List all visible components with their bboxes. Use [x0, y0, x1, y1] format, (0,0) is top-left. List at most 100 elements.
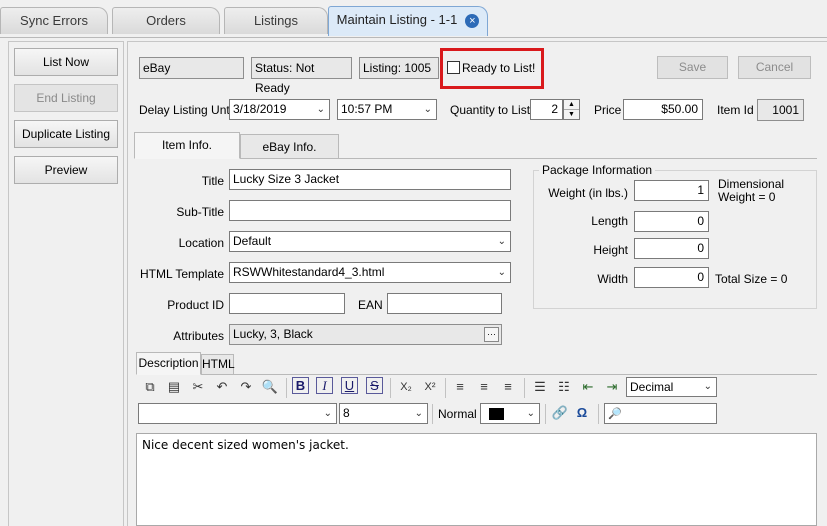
attributes-browse-button[interactable]: ··· [484, 327, 499, 342]
chevron-down-icon: ⌄ [497, 267, 506, 278]
width-input[interactable]: 0 [634, 267, 709, 288]
font-color-select[interactable]: ⌄ [480, 403, 540, 424]
tab-ebay-info[interactable]: eBay Info. [240, 134, 339, 159]
find-icon[interactable]: 🔍 [260, 377, 280, 397]
chevron-down-icon: ⌄ [526, 408, 535, 419]
subtitle-input[interactable] [229, 200, 511, 221]
product-id-input[interactable] [229, 293, 345, 314]
align-left-icon[interactable]: ≡ [450, 377, 470, 397]
ready-to-list-checkbox[interactable] [447, 61, 460, 74]
font-family-select[interactable]: ⌄ [138, 403, 337, 424]
toolbar-separator [598, 404, 599, 424]
underline-icon[interactable]: U [341, 377, 358, 394]
quantity-stepper[interactable]: ▲ ▼ [563, 99, 580, 120]
paste-icon[interactable]: ▤ [164, 377, 184, 397]
delay-listing-label: Delay Listing Until [139, 103, 236, 117]
tab-item-info[interactable]: Item Info. [134, 132, 240, 159]
font-size-value: 8 [343, 406, 350, 420]
length-input[interactable]: 0 [634, 211, 709, 232]
list-style-select[interactable]: Decimal ⌄ [626, 377, 717, 397]
time-value: 10:57 PM [341, 102, 393, 116]
align-center-icon[interactable]: ≡ [474, 377, 494, 397]
description-text: Nice decent sized women's jacket. [142, 438, 349, 452]
special-character-icon[interactable]: Ω [572, 403, 592, 423]
list-style-value: Decimal [630, 380, 674, 394]
paragraph-style-label[interactable]: Normal [438, 406, 477, 422]
delay-time-picker[interactable]: 10:57 PM ⌄ [337, 99, 437, 120]
outdent-icon[interactable]: ⇤ [578, 377, 598, 397]
attributes-value: Lucky, 3, Black [233, 327, 313, 341]
toolbar-separator [286, 378, 287, 398]
height-label: Height [593, 243, 628, 257]
tab-listings[interactable]: Listings [224, 7, 328, 34]
ean-label: EAN [358, 298, 383, 312]
price-label: Price [594, 103, 622, 117]
link-icon[interactable]: 🔗 [550, 403, 570, 423]
action-panel: List Now End Listing Duplicate Listing P… [8, 41, 124, 526]
location-value: Default [233, 234, 272, 248]
italic-icon[interactable]: I [316, 377, 333, 394]
tab-sync-errors[interactable]: Sync Errors [0, 7, 108, 34]
item-id-label: Item Id [717, 103, 754, 117]
description-editor[interactable]: Nice decent sized women's jacket. [136, 433, 817, 526]
align-right-icon[interactable]: ≡ [498, 377, 518, 397]
tab-label: Listings [253, 13, 299, 28]
cancel-button[interactable]: Cancel [738, 56, 811, 79]
delay-date-picker[interactable]: 3/18/2019 ⌄ [229, 99, 330, 120]
font-color-swatch [489, 408, 504, 420]
quantity-input[interactable]: 2 [530, 99, 563, 120]
title-input[interactable]: Lucky Size 3 Jacket [229, 169, 511, 190]
ean-input[interactable] [387, 293, 502, 314]
total-size-text: Total Size = 0 [715, 272, 788, 286]
toolbar-separator [445, 378, 446, 398]
price-input[interactable]: $50.00 [623, 99, 703, 120]
preview-button[interactable]: Preview [14, 156, 118, 184]
close-icon[interactable]: × [465, 13, 480, 28]
date-value: 3/18/2019 [233, 102, 287, 116]
editor-search-input[interactable]: 🔎 [604, 403, 717, 424]
end-listing-button[interactable]: End Listing [14, 84, 118, 112]
height-input[interactable]: 0 [634, 238, 709, 259]
copy-icon[interactable]: ⧉ [140, 377, 160, 397]
tab-orders[interactable]: Orders [112, 7, 220, 34]
width-label: Width [597, 272, 628, 286]
strikethrough-icon[interactable]: S [366, 377, 383, 394]
stepper-down-icon[interactable]: ▼ [564, 110, 579, 119]
tab-label: Maintain Listing - 1-1 [336, 12, 458, 27]
list-now-button[interactable]: List Now [14, 48, 118, 76]
listing-field: Listing: 1005 [359, 57, 439, 79]
toolbar-separator [390, 378, 391, 398]
tab-html[interactable]: HTML [201, 354, 235, 375]
chevron-down-icon: ⌄ [703, 381, 712, 392]
item-id-field: 1001 [757, 99, 804, 121]
font-size-select[interactable]: 8 ⌄ [339, 403, 428, 424]
weight-label: Weight (in lbs.) [548, 186, 628, 200]
cut-icon[interactable]: ✂ [188, 377, 208, 397]
bullet-list-icon[interactable]: ☰ [530, 377, 550, 397]
indent-icon[interactable]: ⇥ [602, 377, 622, 397]
attributes-field: Lucky, 3, Black ··· [229, 324, 502, 345]
numbered-list-icon[interactable]: ☷ [554, 377, 574, 397]
template-value: RSWWhitestandard4_3.html [233, 265, 385, 279]
duplicate-listing-button[interactable]: Duplicate Listing [14, 120, 118, 148]
tab-description[interactable]: Description [136, 352, 201, 375]
quantity-label: Quantity to List [450, 103, 531, 117]
chevron-down-icon: ⌄ [323, 408, 332, 419]
tab-label: Orders [146, 13, 186, 28]
undo-icon[interactable]: ↶ [212, 377, 232, 397]
template-select[interactable]: RSWWhitestandard4_3.html ⌄ [229, 262, 511, 283]
editor-tab-line [136, 374, 817, 375]
superscript-icon[interactable]: X² [420, 377, 440, 397]
tab-maintain-listing[interactable]: Maintain Listing - 1-1 × [328, 6, 488, 36]
bold-icon[interactable]: B [292, 377, 309, 394]
ready-to-list-label: Ready to List! [462, 61, 536, 75]
tab-label: Sync Errors [20, 13, 88, 28]
toolbar-separator [432, 404, 433, 424]
subscript-icon[interactable]: X₂ [396, 377, 416, 397]
location-select[interactable]: Default ⌄ [229, 231, 511, 252]
stepper-up-icon[interactable]: ▲ [564, 100, 579, 110]
save-button[interactable]: Save [657, 56, 728, 79]
redo-icon[interactable]: ↷ [236, 377, 256, 397]
package-info-legend: Package Information [539, 162, 656, 178]
weight-input[interactable]: 1 [634, 180, 709, 201]
